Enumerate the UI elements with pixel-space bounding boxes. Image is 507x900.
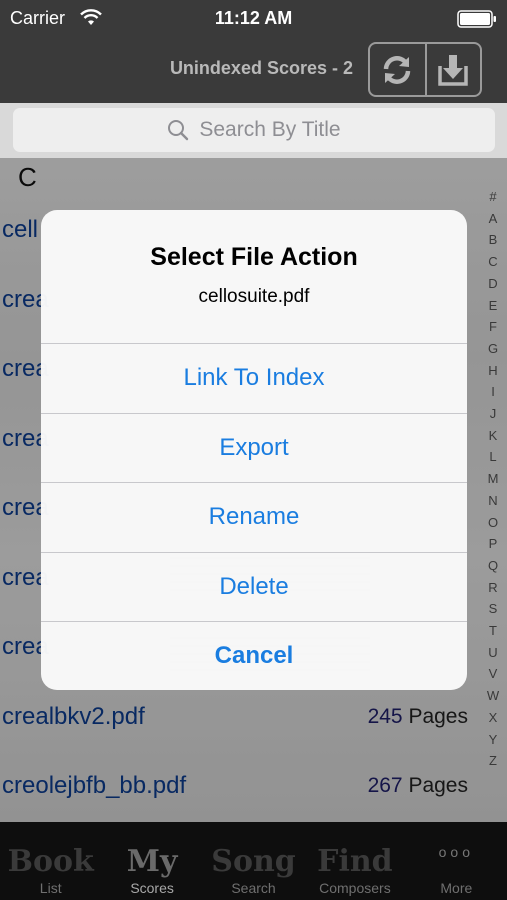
rename-button[interactable]: Rename: [41, 482, 467, 552]
nav-button-group: [368, 42, 482, 97]
tab-label: Search: [231, 880, 276, 896]
tab-label: Composers: [319, 880, 391, 896]
download-icon: [438, 54, 469, 86]
search-input[interactable]: Search By Title: [13, 108, 495, 152]
export-button[interactable]: Export: [41, 412, 467, 483]
cancel-button[interactable]: Cancel: [41, 621, 467, 690]
delete-button[interactable]: Delete: [41, 551, 467, 622]
battery-icon: [457, 10, 496, 28]
status-bar: Carrier 11:12 AM: [0, 0, 507, 36]
book-icon: Book: [7, 844, 94, 879]
tab-my-scores[interactable]: My Scores: [101, 822, 202, 900]
clock: 11:12 AM: [214, 8, 293, 28]
my-icon: My: [126, 844, 178, 879]
refresh-button[interactable]: [370, 44, 425, 95]
file-action-alert: Select File Action cellosuite.pdf Link T…: [41, 210, 467, 690]
tab-find-composers[interactable]: Find Composers: [304, 822, 405, 900]
find-icon: Find: [317, 844, 393, 879]
song-icon: Song: [211, 844, 296, 879]
search-icon: [168, 120, 189, 141]
tab-bar: Book List My Scores Song Search Find Com…: [0, 822, 507, 900]
refresh-icon: [384, 55, 411, 84]
tab-book-list[interactable]: Book List: [0, 822, 101, 900]
tab-label: List: [39, 880, 62, 896]
nav-title: Unindexed Scores - 2: [169, 58, 353, 78]
link-to-index-button[interactable]: Link To Index: [41, 343, 467, 413]
more-icon: ooo: [438, 844, 474, 860]
alert-message: cellosuite.pdf: [198, 286, 310, 307]
search-bar: Search By Title: [0, 103, 507, 158]
tab-more[interactable]: ooo More: [406, 822, 507, 900]
nav-bar: Unindexed Scores - 2: [0, 36, 507, 103]
search-placeholder: Search By Title: [199, 118, 341, 141]
tab-song-search[interactable]: Song Search: [203, 822, 304, 900]
alert-title: Select File Action: [150, 243, 358, 271]
tab-label: More: [440, 880, 473, 896]
tab-label: Scores: [130, 880, 174, 896]
download-button[interactable]: [424, 44, 480, 95]
